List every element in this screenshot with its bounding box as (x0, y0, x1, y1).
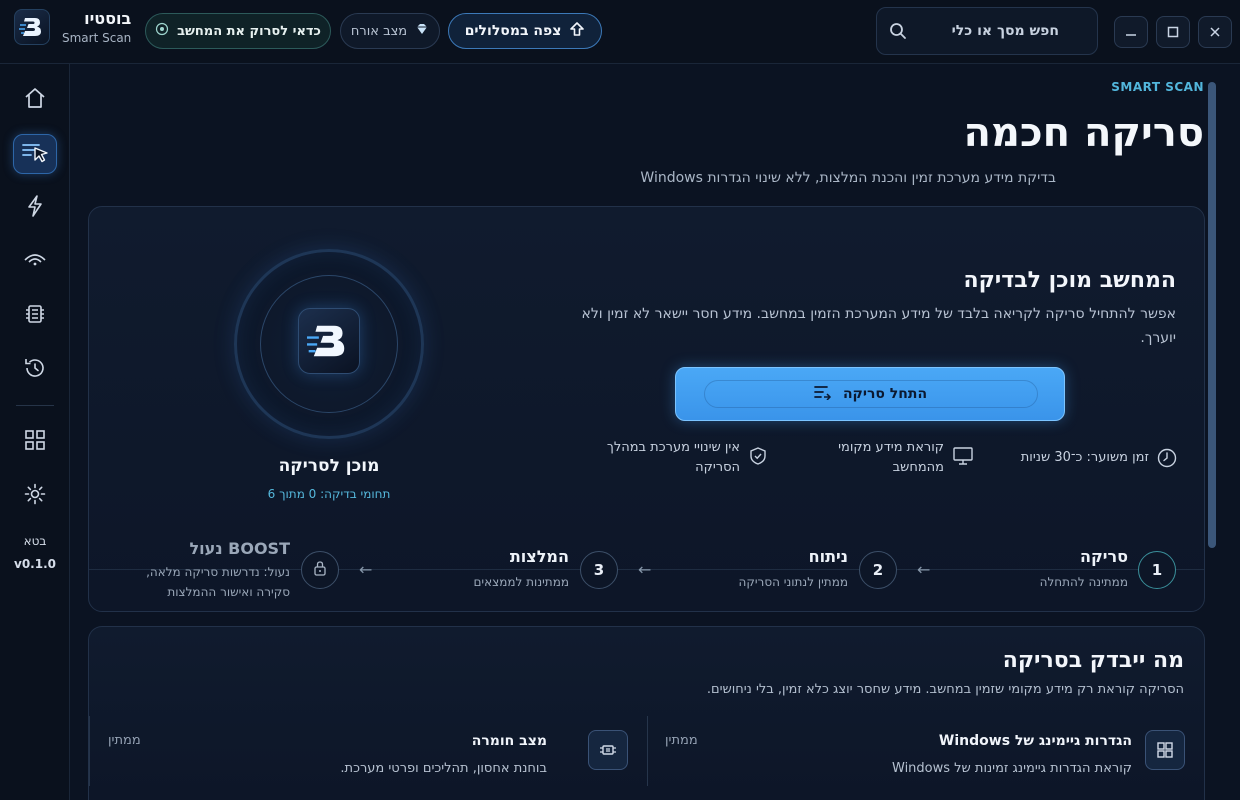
windows-grid-icon (1145, 730, 1185, 770)
chip-icon (23, 302, 47, 330)
start-scan-button[interactable]: התחל סריקה (675, 367, 1065, 421)
search-icon (889, 22, 907, 44)
rail-settings[interactable] (13, 476, 57, 516)
step-recommendations-title: המלצות (509, 547, 569, 566)
feature-no-changes: אין שינויי מערכת במהלך הסריקה (598, 438, 768, 478)
search-placeholder: חפש מסך או כלי (951, 23, 1059, 39)
step-boost-desc: נעול: נדרשות סריקה מלאה, סקירה ואישור הה… (146, 562, 290, 602)
feature-no-changes-text: אין שינויי מערכת במהלך הסריקה (606, 440, 740, 475)
step-1-number: 1 (1138, 551, 1176, 589)
step-recommendations-desc: ממתינות לממצאים (473, 575, 569, 589)
ready-description: אפשר להתחיל סריקה לקריאה בלבד של מידע המ… (581, 306, 1176, 346)
step-boost-desc-line1: נעול: נדרשות סריקה מלאה, (146, 565, 290, 579)
ready-title: המחשב מוכן לבדיקה (963, 268, 1176, 293)
clock-icon (1157, 448, 1177, 475)
rail-boost[interactable] (13, 188, 57, 228)
rail-network[interactable] (13, 242, 57, 282)
history-icon (23, 356, 47, 384)
start-scan-label: התחל סריקה (842, 386, 928, 402)
app-name: בוסטיו (84, 9, 132, 28)
rail-smart-scan[interactable] (13, 134, 57, 174)
check-hardware-desc: בוחנת אחסון, תהליכים ופרטי מערכת. (340, 761, 547, 776)
window-controls (1114, 16, 1232, 48)
scan-status-label: מוכן לסריקה (278, 456, 380, 476)
step-2-number: 2 (859, 551, 897, 589)
step-scan-title: סריקה (1080, 547, 1128, 566)
rail-hardware[interactable] (13, 296, 57, 336)
app-brand: בוסטיו Smart Scan (14, 9, 131, 45)
step-arrow: ← (917, 560, 931, 579)
scan-logo-icon (298, 308, 360, 374)
check-windows-gaming-desc: קוראת הגדרות גיימינג זמינות של Windows (892, 761, 1132, 776)
check-hardware-title: מצב חומרה (471, 733, 547, 749)
step-analysis: ניתוח ממתין לנתוני הסריקה (739, 547, 848, 592)
worth-scan-label: כדאי לסרוק את המחשב (177, 23, 321, 39)
check-windows-gaming-title: הגדרות גיימינג של Windows (938, 733, 1132, 749)
maximize-button[interactable] (1156, 16, 1190, 48)
check-windows-gaming-status: ממתין (665, 733, 698, 748)
step-3-number: 3 (580, 551, 618, 589)
smart-scan-icon (20, 139, 50, 169)
feature-local-read-text: קוראת מידע מקומי מהמחשב (838, 440, 944, 475)
step-analysis-desc: ממתין לנתוני הסריקה (738, 575, 848, 589)
step-arrow: ← (359, 560, 373, 579)
app-logo-icon (14, 9, 50, 45)
page-subtitle: בדיקת מידע מערכת זמין והכנת המלצות, ללא … (640, 170, 1056, 186)
monitor-icon (952, 446, 974, 473)
home-icon (23, 86, 47, 114)
scan-domains-count: תחומי בדיקה: 0 מתוך 6 (267, 487, 391, 501)
guest-mode-label: מצב אורח (350, 23, 408, 39)
feature-estimated-time: זמן משוער: כ־30 שניות (1021, 448, 1177, 475)
scan-list-icon (813, 384, 833, 404)
guest-mode-button[interactable]: מצב אורח (340, 13, 440, 49)
upgrade-arrow-icon (569, 21, 585, 41)
left-rail: בטא v0.1.0 (0, 64, 70, 800)
checks-divider (89, 716, 90, 786)
check-hardware-status: ממתין (108, 733, 141, 748)
network-icon (23, 250, 47, 274)
rail-apps[interactable] (13, 422, 57, 462)
close-button[interactable] (1198, 16, 1232, 48)
rail-separator (16, 405, 54, 406)
page-title: סריקה חכמה (963, 110, 1204, 156)
diamond-icon (415, 22, 429, 40)
lock-icon (313, 560, 327, 580)
version-label: v0.1.0 (14, 557, 56, 571)
search-field[interactable]: חפש מסך או כלי (876, 7, 1098, 55)
settings-icon (23, 482, 47, 510)
target-icon (155, 22, 169, 40)
step-boost-locked: BOOST נעול נעול: נדרשות סריקה מלאה, סקיר… (146, 539, 290, 602)
minimize-button[interactable] (1114, 16, 1148, 48)
scrollbar[interactable] (1208, 82, 1216, 548)
feature-local-read: קוראת מידע מקומי מהמחשב (824, 438, 974, 478)
feature-estimated-time-text: זמן משוער: כ־30 שניות (1020, 450, 1149, 465)
step-recommendations: המלצות ממתינות לממצאים (473, 547, 569, 592)
step-boost-desc-line2: סקירה ואישור ההמלצות (167, 585, 290, 599)
step-arrow: ← (638, 560, 652, 579)
step-boost-title: BOOST נעול (189, 539, 291, 558)
bolt-icon (24, 194, 46, 222)
page-eyebrow: SMART SCAN (1111, 80, 1204, 94)
worth-scan-button[interactable]: כדאי לסרוק את המחשב (145, 13, 331, 49)
step-scan-desc: ממתינה להתחלה (1039, 575, 1128, 589)
step-scan: סריקה ממתינה להתחלה (1040, 547, 1128, 592)
step-analysis-title: ניתוח (808, 547, 848, 566)
watch-plans-label: צפה במסלולים (464, 23, 562, 39)
checks-divider (647, 716, 648, 786)
app-subtitle: Smart Scan (62, 31, 132, 45)
boost-lock-step (301, 551, 339, 589)
rail-history[interactable] (13, 350, 57, 390)
checks-title: מה ייבדק בסריקה (1002, 648, 1184, 673)
shield-check-icon (748, 446, 768, 473)
beta-label: בטא (23, 534, 47, 548)
watch-plans-button[interactable]: צפה במסלולים (448, 13, 602, 49)
checks-subtitle: הסריקה קוראת רק מידע מקומי שזמין במחשב. … (706, 682, 1184, 697)
hardware-chip-icon (588, 730, 628, 770)
top-bar: בוסטיו Smart Scan כדאי לסרוק את המחשב מצ… (0, 0, 1240, 64)
rail-home[interactable] (13, 80, 57, 120)
grid-icon (23, 428, 47, 456)
